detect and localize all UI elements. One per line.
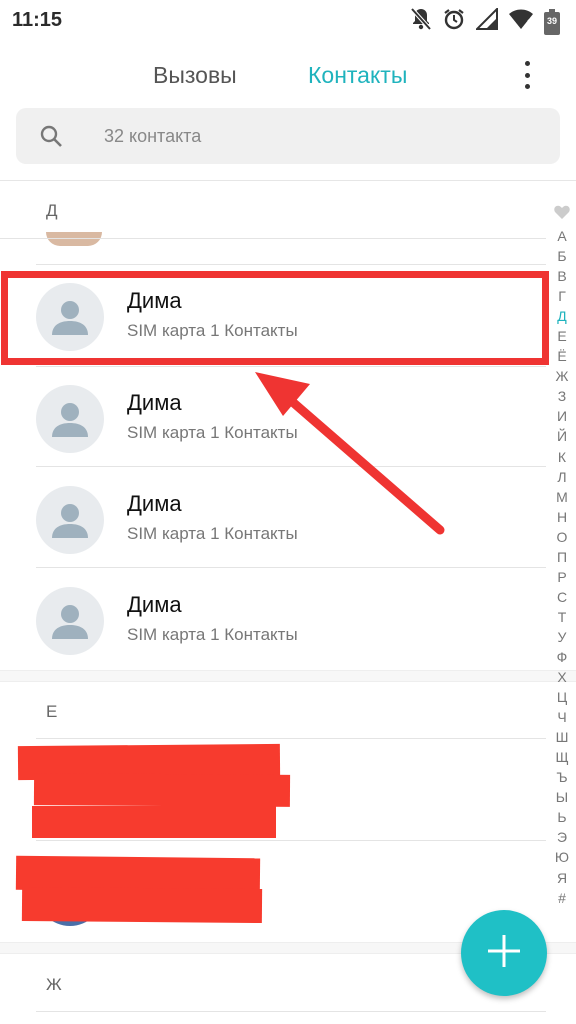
top-bar: Вызовы Контакты bbox=[0, 40, 576, 108]
avatar bbox=[46, 232, 102, 246]
contact-name: Дима bbox=[127, 592, 182, 617]
alphabet-index-letter[interactable]: Ж bbox=[556, 366, 569, 386]
avatar-placeholder-icon bbox=[36, 283, 104, 351]
redaction-mark bbox=[21, 886, 263, 924]
alphabet-index-letter[interactable]: Б bbox=[557, 246, 566, 266]
search-input[interactable]: 32 контакта bbox=[104, 126, 201, 147]
alphabet-index-letter[interactable]: О bbox=[557, 527, 568, 547]
alphabet-index-letter[interactable]: Е bbox=[557, 326, 566, 346]
alphabet-index-letter[interactable]: Х bbox=[557, 667, 566, 687]
alphabet-index[interactable]: А Б В Г Д Е Ё Ж З И Й К Л М Н О П Р С Т У Ф Х Ц Ч Ш Щ Ъ Ы Ь Э Ю Я # bbox=[552, 205, 572, 908]
add-contact-button[interactable] bbox=[461, 910, 547, 996]
alphabet-index-letter[interactable]: Э bbox=[557, 827, 567, 847]
contact-row[interactable]: Дима SIM карта 1 Контакты bbox=[0, 368, 546, 470]
separator bbox=[36, 567, 546, 568]
favorites-heart-icon[interactable] bbox=[554, 205, 570, 224]
alphabet-index-letter[interactable]: Ч bbox=[557, 707, 566, 727]
section-gap bbox=[0, 670, 576, 682]
alphabet-index-letter[interactable]: Т bbox=[558, 607, 567, 627]
status-time: 11:15 bbox=[12, 9, 63, 31]
alphabet-index-letter[interactable]: И bbox=[557, 406, 567, 426]
alphabet-index-letter[interactable]: Щ bbox=[555, 747, 568, 767]
contact-name: Дима bbox=[127, 390, 182, 415]
contact-subtitle: SIM карта 1 Контакты bbox=[127, 423, 298, 442]
alphabet-index-letter[interactable]: В bbox=[557, 266, 566, 286]
contact-row[interactable]: Дима SIM карта 1 Контакты bbox=[0, 469, 546, 571]
signal-icon bbox=[474, 6, 498, 35]
alphabet-index-letter[interactable]: Ш bbox=[556, 727, 569, 747]
contact-name: Дима bbox=[127, 491, 182, 516]
search-icon bbox=[39, 124, 63, 153]
separator bbox=[36, 840, 546, 841]
divider bbox=[0, 180, 576, 181]
contact-row[interactable]: Дима SIM карта 1 Контакты bbox=[0, 266, 546, 368]
alphabet-index-letter[interactable]: Й bbox=[557, 426, 567, 446]
separator bbox=[36, 366, 546, 367]
redaction-mark bbox=[32, 806, 276, 838]
avatar-placeholder-icon bbox=[36, 486, 104, 554]
alphabet-index-letter[interactable]: С bbox=[557, 587, 567, 607]
alphabet-index-letter[interactable]: Ь bbox=[557, 807, 566, 827]
separator bbox=[0, 238, 546, 239]
redaction-mark bbox=[33, 773, 291, 807]
alphabet-index-letter[interactable]: К bbox=[558, 447, 566, 467]
alphabet-index-letter[interactable]: Д bbox=[557, 306, 566, 326]
contact-name: Дима bbox=[127, 288, 182, 313]
alphabet-index-letter[interactable]: П bbox=[557, 547, 567, 567]
alphabet-index-letter[interactable]: Ё bbox=[557, 346, 566, 366]
alphabet-index-letter[interactable]: М bbox=[556, 487, 568, 507]
contact-subtitle: SIM карта 1 Контакты bbox=[127, 625, 298, 644]
status-bar: 11:15 39 bbox=[0, 0, 576, 40]
contact-row[interactable]: Дима SIM карта 1 Контакты bbox=[0, 570, 546, 672]
separator bbox=[36, 1011, 546, 1012]
alphabet-index-letter[interactable]: З bbox=[558, 386, 566, 406]
plus-icon bbox=[486, 933, 522, 974]
alphabet-index-letter[interactable]: Я bbox=[557, 868, 567, 888]
notifications-off-icon bbox=[410, 7, 432, 36]
wifi-icon bbox=[508, 8, 534, 35]
avatar-placeholder-icon bbox=[36, 587, 104, 655]
alphabet-index-letter[interactable]: Г bbox=[558, 286, 566, 306]
alphabet-index-letter[interactable]: А bbox=[557, 226, 566, 246]
contact-subtitle: SIM карта 1 Контакты bbox=[127, 524, 298, 543]
alphabet-index-letter[interactable]: У bbox=[558, 627, 567, 647]
separator bbox=[36, 466, 546, 467]
alarm-icon bbox=[442, 7, 466, 36]
alphabet-index-letter[interactable]: Ф bbox=[557, 647, 568, 667]
separator bbox=[36, 738, 546, 739]
status-icons: 39 bbox=[410, 6, 560, 36]
alphabet-index-letter[interactable]: Ы bbox=[556, 787, 568, 807]
alphabet-index-letter[interactable]: Ц bbox=[557, 687, 567, 707]
alphabet-index-letter[interactable]: Р bbox=[557, 567, 566, 587]
more-options-icon[interactable] bbox=[520, 58, 534, 92]
alphabet-index-letter[interactable]: Ю bbox=[555, 847, 569, 867]
section-header-e: Е bbox=[46, 702, 58, 721]
battery-level: 39 bbox=[546, 15, 557, 26]
alphabet-index-letter[interactable]: # bbox=[558, 888, 566, 908]
alphabet-index-letter[interactable]: Н bbox=[557, 507, 567, 527]
section-header-d: Д bbox=[46, 201, 58, 220]
tab-contacts[interactable]: Контакты bbox=[308, 62, 407, 89]
contact-subtitle: SIM карта 1 Контакты bbox=[127, 321, 298, 340]
section-header-zh: Ж bbox=[46, 975, 62, 994]
battery-icon: 39 bbox=[544, 8, 560, 35]
alphabet-index-letter[interactable]: Ъ bbox=[556, 767, 567, 787]
separator bbox=[36, 264, 546, 265]
tab-calls[interactable]: Вызовы bbox=[153, 62, 237, 89]
avatar-placeholder-icon bbox=[36, 385, 104, 453]
alphabet-index-letter[interactable]: Л bbox=[557, 467, 566, 487]
search-bar[interactable]: 32 контакта bbox=[16, 108, 560, 164]
